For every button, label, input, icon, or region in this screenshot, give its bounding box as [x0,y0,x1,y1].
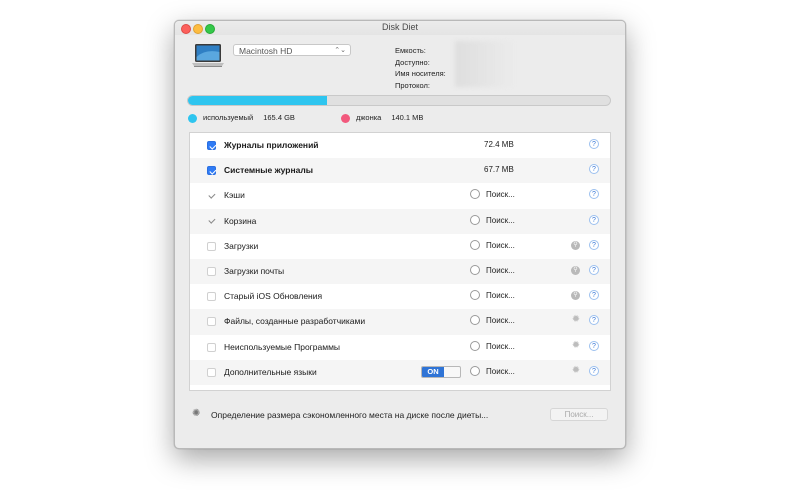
disk-usage-fill [188,96,328,105]
disk-usage-bar [187,95,611,106]
item-size: 72.4 MB [484,140,514,149]
help-icon[interactable]: ? [589,139,599,149]
capacity-label: Емкость: [395,46,426,55]
item-label: Загрузки [224,240,259,251]
search-button[interactable]: Поиск... [550,408,608,421]
list-item[interactable]: Старый iOS Обновления Поиск... ⚲? [190,284,610,309]
cleanup-items-list: Журналы приложений 72.4 MB? Системные журн… [189,132,611,391]
item-checkbox[interactable] [207,191,216,200]
toggle-on-label: ON [422,366,444,377]
search-progress-icon [470,290,480,301]
help-icon[interactable]: ? [589,164,599,175]
protocol-label: Протокол: [395,80,430,90]
list-item[interactable]: Загрузки Поиск... ⚲? [190,234,610,259]
help-icon[interactable]: ? [589,239,599,250]
help-icon[interactable]: ? [589,340,599,351]
item-checkbox[interactable] [207,266,216,276]
list-item[interactable]: Дополнительные языки ON Поиск... ✹? [190,359,610,385]
list-item[interactable]: Неиспользуемые Программы Поиск... ✹? [190,335,610,360]
laptop-icon [192,44,224,67]
item-label: Дополнительные языки [224,366,317,377]
search-progress-icon [470,189,480,200]
item-size: 67.7 MB [484,165,514,175]
item-status: Поиск... [486,291,515,301]
available-label: Доступно: [395,57,430,67]
help-icon[interactable]: ? [589,315,599,326]
help-icon[interactable]: ? [589,189,599,200]
used-dot-icon [188,113,197,123]
volume-name-label: Имя носителя: [395,69,446,78]
list-item[interactable]: Файлы, созданные разработчиками Поиск... ✹… [190,309,610,335]
item-label: Загрузки почты [224,265,285,276]
item-checkbox[interactable] [207,166,216,176]
item-checkbox[interactable] [207,292,216,302]
item-status: Поиск... [486,215,515,225]
status-text: Определение размера сэкономленного места… [211,410,489,420]
item-checkbox[interactable] [207,217,216,226]
loading-spinner-icon: ✺ [192,408,201,419]
item-label: Файлы, созданные разработчиками [224,316,366,327]
list-item[interactable]: Системные журналы 67.7 MB? [190,158,610,184]
list-item[interactable]: Загрузки почты Поиск... ⚲? [190,258,610,285]
disk-info-labels: Емкость: Доступно: Имя носителя: Протоко… [395,45,446,91]
list-item[interactable]: Журналы приложений 72.4 MB? [190,133,610,158]
disk-selector[interactable]: Macintosh HD ⌃⌄ [233,44,351,56]
help-icon[interactable]: ? [589,290,599,301]
item-label: Журналы приложений [224,140,319,150]
item-checkbox[interactable] [207,241,216,251]
gear-icon[interactable]: ✹ [571,340,581,351]
title-bar: Disk Diet [175,21,625,35]
help-icon[interactable]: ? [589,365,599,376]
item-label: Старый iOS Обновления [224,291,323,302]
magnifier-icon[interactable]: ⚲ [571,240,580,250]
help-icon[interactable]: ? [589,214,599,225]
item-label: Кэши [224,190,245,201]
search-progress-icon [470,315,480,326]
search-progress-icon [470,340,480,351]
item-status: Поиск... [486,265,515,275]
search-progress-icon [470,264,480,275]
item-checkbox[interactable] [207,317,216,327]
item-status: Поиск... [486,190,515,200]
junk-dot-icon [341,113,350,123]
search-progress-icon [470,365,480,376]
languages-toggle[interactable]: ON [421,365,461,378]
chevron-updown-icon: ⌃⌄ [334,47,346,54]
legend-used: используемый 165.4 GB [188,113,295,123]
item-status: Поиск... [486,316,515,326]
item-status: Поиск... [486,240,515,250]
help-icon[interactable]: ? [589,264,599,275]
item-checkbox[interactable] [207,342,216,352]
item-label: Корзина [224,215,257,226]
magnifier-icon[interactable]: ⚲ [571,291,580,301]
item-status: Поиск... [486,341,515,351]
gear-icon[interactable]: ✹ [571,365,581,376]
list-item[interactable]: Кэши Поиск...? [190,183,610,208]
gear-icon[interactable]: ✹ [571,315,581,325]
list-item[interactable]: Корзина Поиск...? [190,208,610,234]
item-status: Поиск... [486,366,515,376]
redacted-info [455,41,515,87]
search-progress-icon [470,214,480,225]
item-checkbox[interactable] [207,367,216,377]
item-label: Неиспользуемые Программы [224,341,341,352]
search-progress-icon [470,239,480,250]
item-label: Системные журналы [224,165,313,176]
disk-selector-value: Macintosh HD [239,46,293,56]
legend-junk: джонка 140.1 MB [341,113,423,123]
window-title: Disk Diet [381,22,418,32]
disk-diet-window: Disk Diet Macintosh HD ⌃⌄ Емкость: Досту… [174,20,626,449]
magnifier-icon[interactable]: ⚲ [571,265,580,275]
item-checkbox[interactable] [207,141,216,150]
